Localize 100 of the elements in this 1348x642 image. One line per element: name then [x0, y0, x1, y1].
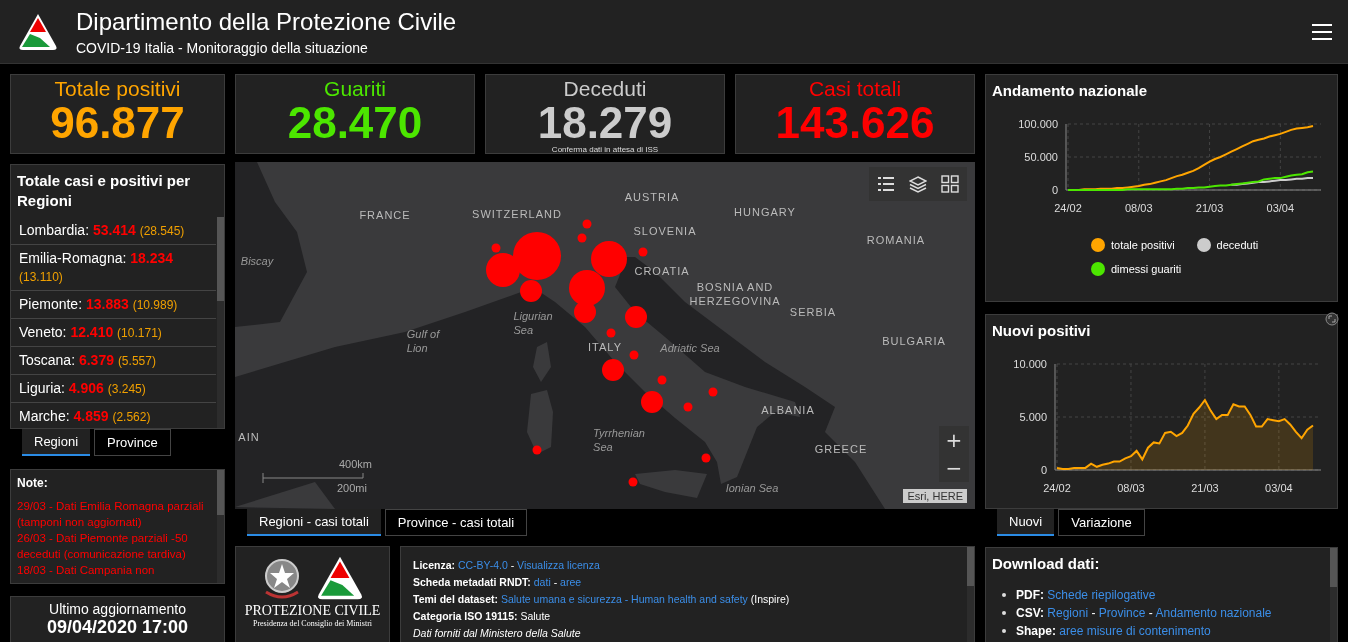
map-label: AUSTRIA — [624, 190, 680, 204]
map-label: AIN — [238, 430, 260, 444]
scale-label: 200mi — [337, 482, 367, 494]
case-bubble[interactable] — [574, 301, 596, 323]
case-bubble[interactable] — [683, 402, 693, 412]
tab[interactable]: Variazione — [1058, 509, 1145, 536]
tab[interactable]: Province - casi totali — [384, 509, 528, 536]
axis-label: 03/04 — [1266, 202, 1295, 214]
map-label: BULGARIA — [882, 334, 946, 348]
note-text: 29/03 - Dati Emilia Romagna parziali (tamponi non aggiornati) — [17, 499, 205, 530]
case-bubble[interactable] — [625, 306, 647, 328]
panel-title: Note: — [17, 476, 49, 490]
case-bubble[interactable] — [532, 445, 542, 455]
legend-list-icon[interactable] — [877, 175, 895, 193]
link[interactable]: dati — [533, 576, 551, 588]
legend-label[interactable]: dimessi guariti — [1111, 263, 1182, 275]
map-label: Adriatic Sea — [660, 341, 720, 355]
stat-value: 18.279 — [537, 101, 673, 145]
axis-label: 21/03 — [1195, 202, 1224, 214]
case-bubble[interactable] — [491, 243, 501, 253]
region-entry[interactable]: Lombardia: 53.414 (28.545) — [11, 217, 216, 245]
map-label: GREECE — [814, 442, 868, 456]
case-bubble[interactable] — [638, 247, 648, 257]
link[interactable]: Andamento nazionale — [1155, 606, 1272, 620]
link[interactable]: Salute umana e sicurezza - Human health and safety — [500, 593, 748, 605]
axis-label: 08/03 — [1125, 202, 1153, 214]
update-label: Ultimo aggiornamento — [49, 601, 186, 617]
case-bubble[interactable] — [641, 391, 663, 413]
stat-note: Conferma dati in attesa di ISS — [551, 145, 659, 155]
axis-label: 5.000 — [1019, 411, 1047, 423]
scrollbar[interactable] — [217, 470, 224, 583]
case-bubble[interactable] — [602, 359, 624, 381]
case-bubble[interactable] — [591, 241, 627, 277]
scrollbar[interactable] — [967, 547, 974, 642]
download-line: Shape: aree misure di contenimento — [1016, 623, 1211, 640]
metadata-line: Scheda metadati RNDT: dati - aree — [413, 575, 583, 590]
tab[interactable]: Regioni — [22, 429, 91, 456]
metadata-line: Temi del dataset: Salute umana e sicurezza - Human health and safety (Inspire) — [413, 592, 791, 607]
axis-label: 10.000 — [1013, 358, 1047, 370]
link[interactable]: Province — [1098, 606, 1146, 620]
link[interactable]: Visualizza licenza — [517, 559, 600, 571]
app-subtitle: COVID-19 Italia - Monitoraggio della situazione — [76, 39, 369, 56]
case-bubble[interactable] — [708, 387, 718, 397]
bullet-icon — [1002, 593, 1006, 597]
stat-label: Casi totali — [808, 77, 902, 101]
tab[interactable]: Province — [94, 429, 171, 456]
link[interactable]: aree — [560, 576, 582, 588]
expand-icon[interactable] — [1325, 312, 1339, 326]
menu-icon[interactable] — [1312, 23, 1332, 40]
map-label: SLOVENIA — [633, 224, 697, 238]
map-label: SWITZERLAND — [472, 207, 562, 221]
map-label: Ionian Sea — [725, 481, 779, 495]
stat-label: Guariti — [324, 77, 386, 101]
panel-title: Andamento nazionale — [991, 81, 1149, 101]
case-bubble[interactable] — [486, 253, 520, 287]
map-label: HUNGARY — [734, 205, 796, 219]
stat-value: 96.877 — [50, 101, 185, 145]
link[interactable]: Schede riepilogative — [1047, 588, 1156, 602]
axis-label: 0 — [1040, 464, 1047, 476]
region-entry[interactable]: Emilia-Romagna: 18.234 (13.110) — [11, 245, 216, 291]
map-label: ROMANIA — [866, 233, 926, 247]
case-bubble[interactable] — [513, 232, 561, 280]
grid-icon[interactable] — [941, 175, 959, 193]
case-bubble[interactable] — [701, 453, 711, 463]
axis-label: 24/02 — [1054, 202, 1082, 214]
scale-label: 400km — [339, 458, 373, 470]
case-bubble[interactable] — [569, 270, 605, 306]
organization-name: PROTEZIONE CIVILE — [244, 603, 381, 619]
bullet-icon — [1002, 611, 1006, 615]
case-bubble[interactable] — [520, 280, 542, 302]
region-entry[interactable]: Piemonte: 13.883 (10.989) — [11, 291, 216, 319]
tab[interactable]: Nuovi — [997, 509, 1055, 536]
link[interactable]: CC-BY-4.0 — [457, 559, 508, 571]
update-time: 09/04/2020 17:00 — [46, 617, 189, 638]
region-entry[interactable]: Toscana: 6.379 (5.557) — [11, 347, 216, 375]
legend-label[interactable]: deceduti — [1216, 239, 1259, 251]
stat-label: Totale positivi — [54, 77, 181, 101]
case-bubble[interactable] — [606, 328, 616, 338]
link[interactable]: Regioni — [1047, 606, 1089, 620]
region-entry[interactable]: Liguria: 4.906 (3.245) — [11, 375, 216, 403]
scrollbar[interactable] — [217, 217, 224, 428]
legend-label[interactable]: totale positivi — [1111, 239, 1175, 251]
island — [635, 470, 707, 498]
case-bubble[interactable] — [628, 477, 638, 487]
case-bubble[interactable] — [657, 375, 667, 385]
download-line: PDF: Schede riepilogative — [1016, 587, 1156, 604]
scrollbar[interactable] — [1330, 548, 1337, 642]
axis-label: 0 — [1051, 184, 1058, 196]
link[interactable]: aree misure di contenimento — [1059, 624, 1211, 638]
tab[interactable]: Regioni - casi totali — [247, 509, 381, 536]
axis-label: 50.000 — [1024, 151, 1058, 163]
metadata-line: Licenza: CC-BY-4.0 - Visualizza licenza — [413, 558, 601, 573]
layers-icon[interactable] — [909, 175, 927, 193]
stat-label: Deceduti — [563, 77, 647, 101]
attribution-text: Esri, HERE — [903, 489, 967, 503]
island — [533, 342, 551, 382]
axis-label: 24/02 — [1043, 482, 1071, 494]
case-bubble[interactable] — [629, 350, 639, 360]
region-entry[interactable]: Veneto: 12.410 (10.171) — [11, 319, 216, 347]
axis-label: 100.000 — [1018, 118, 1058, 130]
